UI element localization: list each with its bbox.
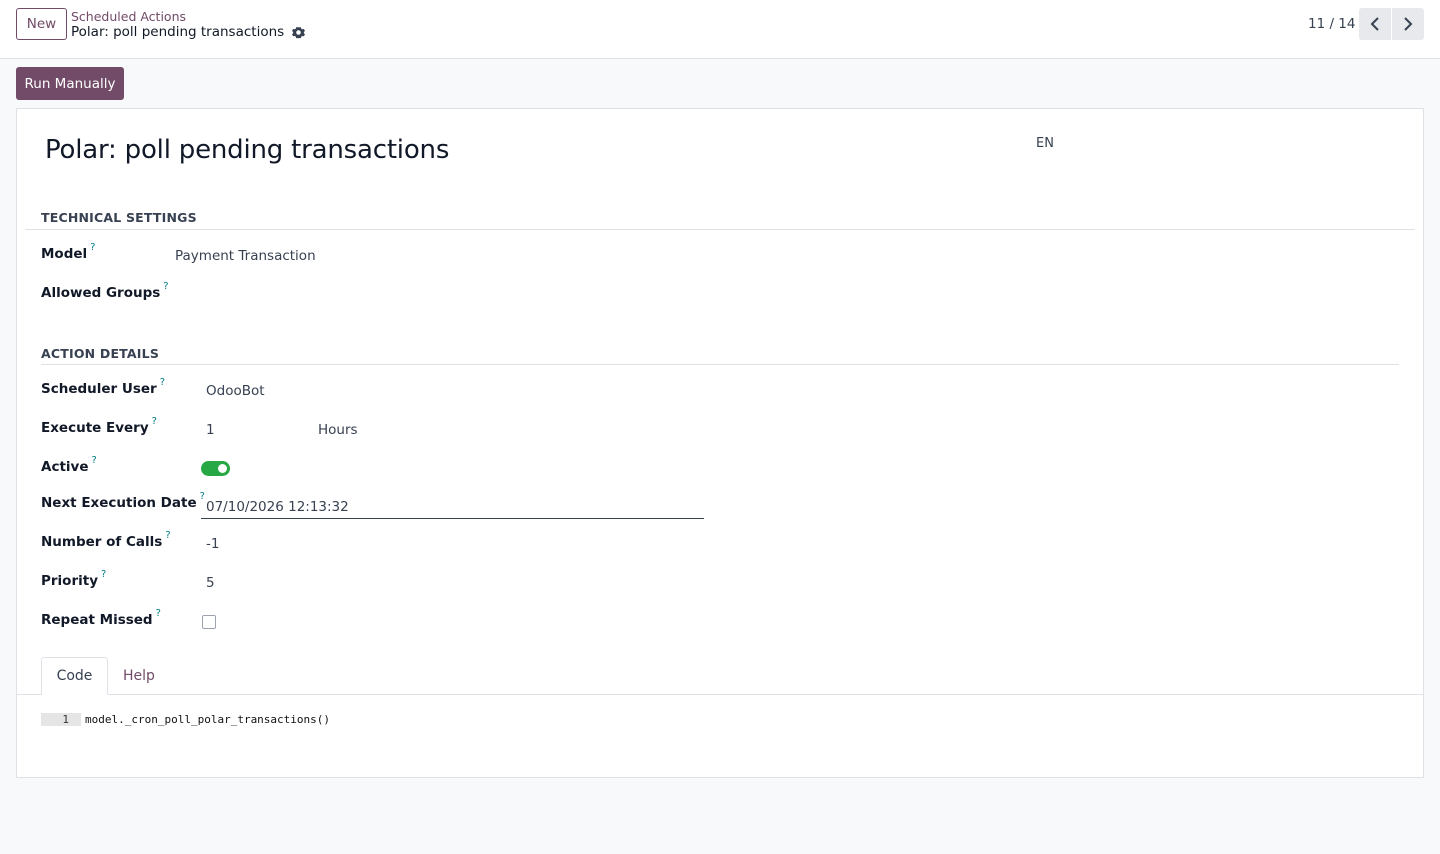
priority-field[interactable]: 5 xyxy=(206,575,215,591)
repeat-missed-checkbox[interactable] xyxy=(202,615,216,629)
allowed-groups-label-text: Allowed Groups xyxy=(41,285,161,301)
help-tooltip-icon[interactable]: ? xyxy=(152,416,157,427)
new-button[interactable]: New xyxy=(16,8,67,40)
control-panel: New Scheduled Actions Polar: poll pendin… xyxy=(0,0,1440,59)
chevron-left-icon xyxy=(1370,17,1379,31)
allowed-groups-label: Allowed Groups? xyxy=(41,281,169,301)
help-tooltip-icon[interactable]: ? xyxy=(160,377,165,388)
language-button[interactable]: EN xyxy=(1036,136,1054,151)
pager-next-button[interactable] xyxy=(1392,8,1424,40)
run-manually-button[interactable]: Run Manually xyxy=(16,67,124,100)
priority-label-text: Priority xyxy=(41,573,98,589)
active-label: Active? xyxy=(41,455,97,475)
help-tooltip-icon[interactable]: ? xyxy=(90,242,95,253)
chevron-right-icon xyxy=(1404,17,1413,31)
help-tooltip-icon[interactable]: ? xyxy=(165,530,170,541)
help-tooltip-icon[interactable]: ? xyxy=(163,281,168,292)
number-of-calls-field[interactable]: -1 xyxy=(206,536,219,552)
next-execution-date-label-text: Next Execution Date xyxy=(41,495,197,511)
active-toggle[interactable] xyxy=(201,461,230,476)
next-execution-date-label: Next Execution Date? xyxy=(41,491,205,511)
model-value: Payment Transaction xyxy=(175,248,316,264)
number-of-calls-label: Number of Calls? xyxy=(41,530,171,550)
gear-icon[interactable] xyxy=(292,26,306,39)
model-label-text: Model xyxy=(41,246,88,262)
model-label: Model? xyxy=(41,242,95,262)
tab-code[interactable]: Code xyxy=(41,657,108,695)
scheduler-user-label: Scheduler User? xyxy=(41,377,165,397)
separator-line xyxy=(25,229,1415,230)
tab-help[interactable]: Help xyxy=(109,657,169,695)
repeat-missed-label: Repeat Missed? xyxy=(41,608,161,628)
action-details-title: ACTION DETAILS xyxy=(41,346,160,361)
help-tooltip-icon[interactable]: ? xyxy=(92,455,97,466)
execute-every-label-text: Execute Every xyxy=(41,420,149,436)
pager-value[interactable]: 11 / 14 xyxy=(1308,16,1356,32)
scheduler-user-field[interactable]: OdooBot xyxy=(206,383,265,399)
repeat-missed-label-text: Repeat Missed xyxy=(41,612,153,628)
technical-settings-title: TECHNICAL SETTINGS xyxy=(41,210,197,225)
record-title[interactable]: Polar: poll pending transactions xyxy=(45,135,449,165)
code-line-number: 1 xyxy=(41,713,81,726)
next-execution-date-input[interactable]: 07/10/2026 12:13:32 xyxy=(201,495,704,519)
separator-line xyxy=(41,364,1399,365)
number-of-calls-label-text: Number of Calls xyxy=(41,534,163,550)
active-label-text: Active xyxy=(41,459,89,475)
form-sheet: Polar: poll pending transactions EN TECH… xyxy=(16,108,1424,778)
breadcrumb-current-label: Polar: poll pending transactions xyxy=(71,24,285,40)
execute-every-unit-field[interactable]: Hours xyxy=(318,422,358,438)
pager-previous-button[interactable] xyxy=(1359,8,1391,40)
help-tooltip-icon[interactable]: ? xyxy=(156,608,161,619)
breadcrumb-scheduled-actions[interactable]: Scheduled Actions xyxy=(71,9,186,24)
breadcrumb-current: Polar: poll pending transactions xyxy=(71,24,306,40)
toggle-knob xyxy=(218,464,227,473)
code-editor-line[interactable]: model._cron_poll_polar_transactions() xyxy=(85,712,330,727)
help-tooltip-icon[interactable]: ? xyxy=(101,569,106,580)
priority-label: Priority? xyxy=(41,569,106,589)
scheduler-user-label-text: Scheduler User xyxy=(41,381,157,397)
tabs-divider xyxy=(17,694,1423,695)
execute-every-number-field[interactable]: 1 xyxy=(206,422,215,438)
execute-every-label: Execute Every? xyxy=(41,416,157,436)
